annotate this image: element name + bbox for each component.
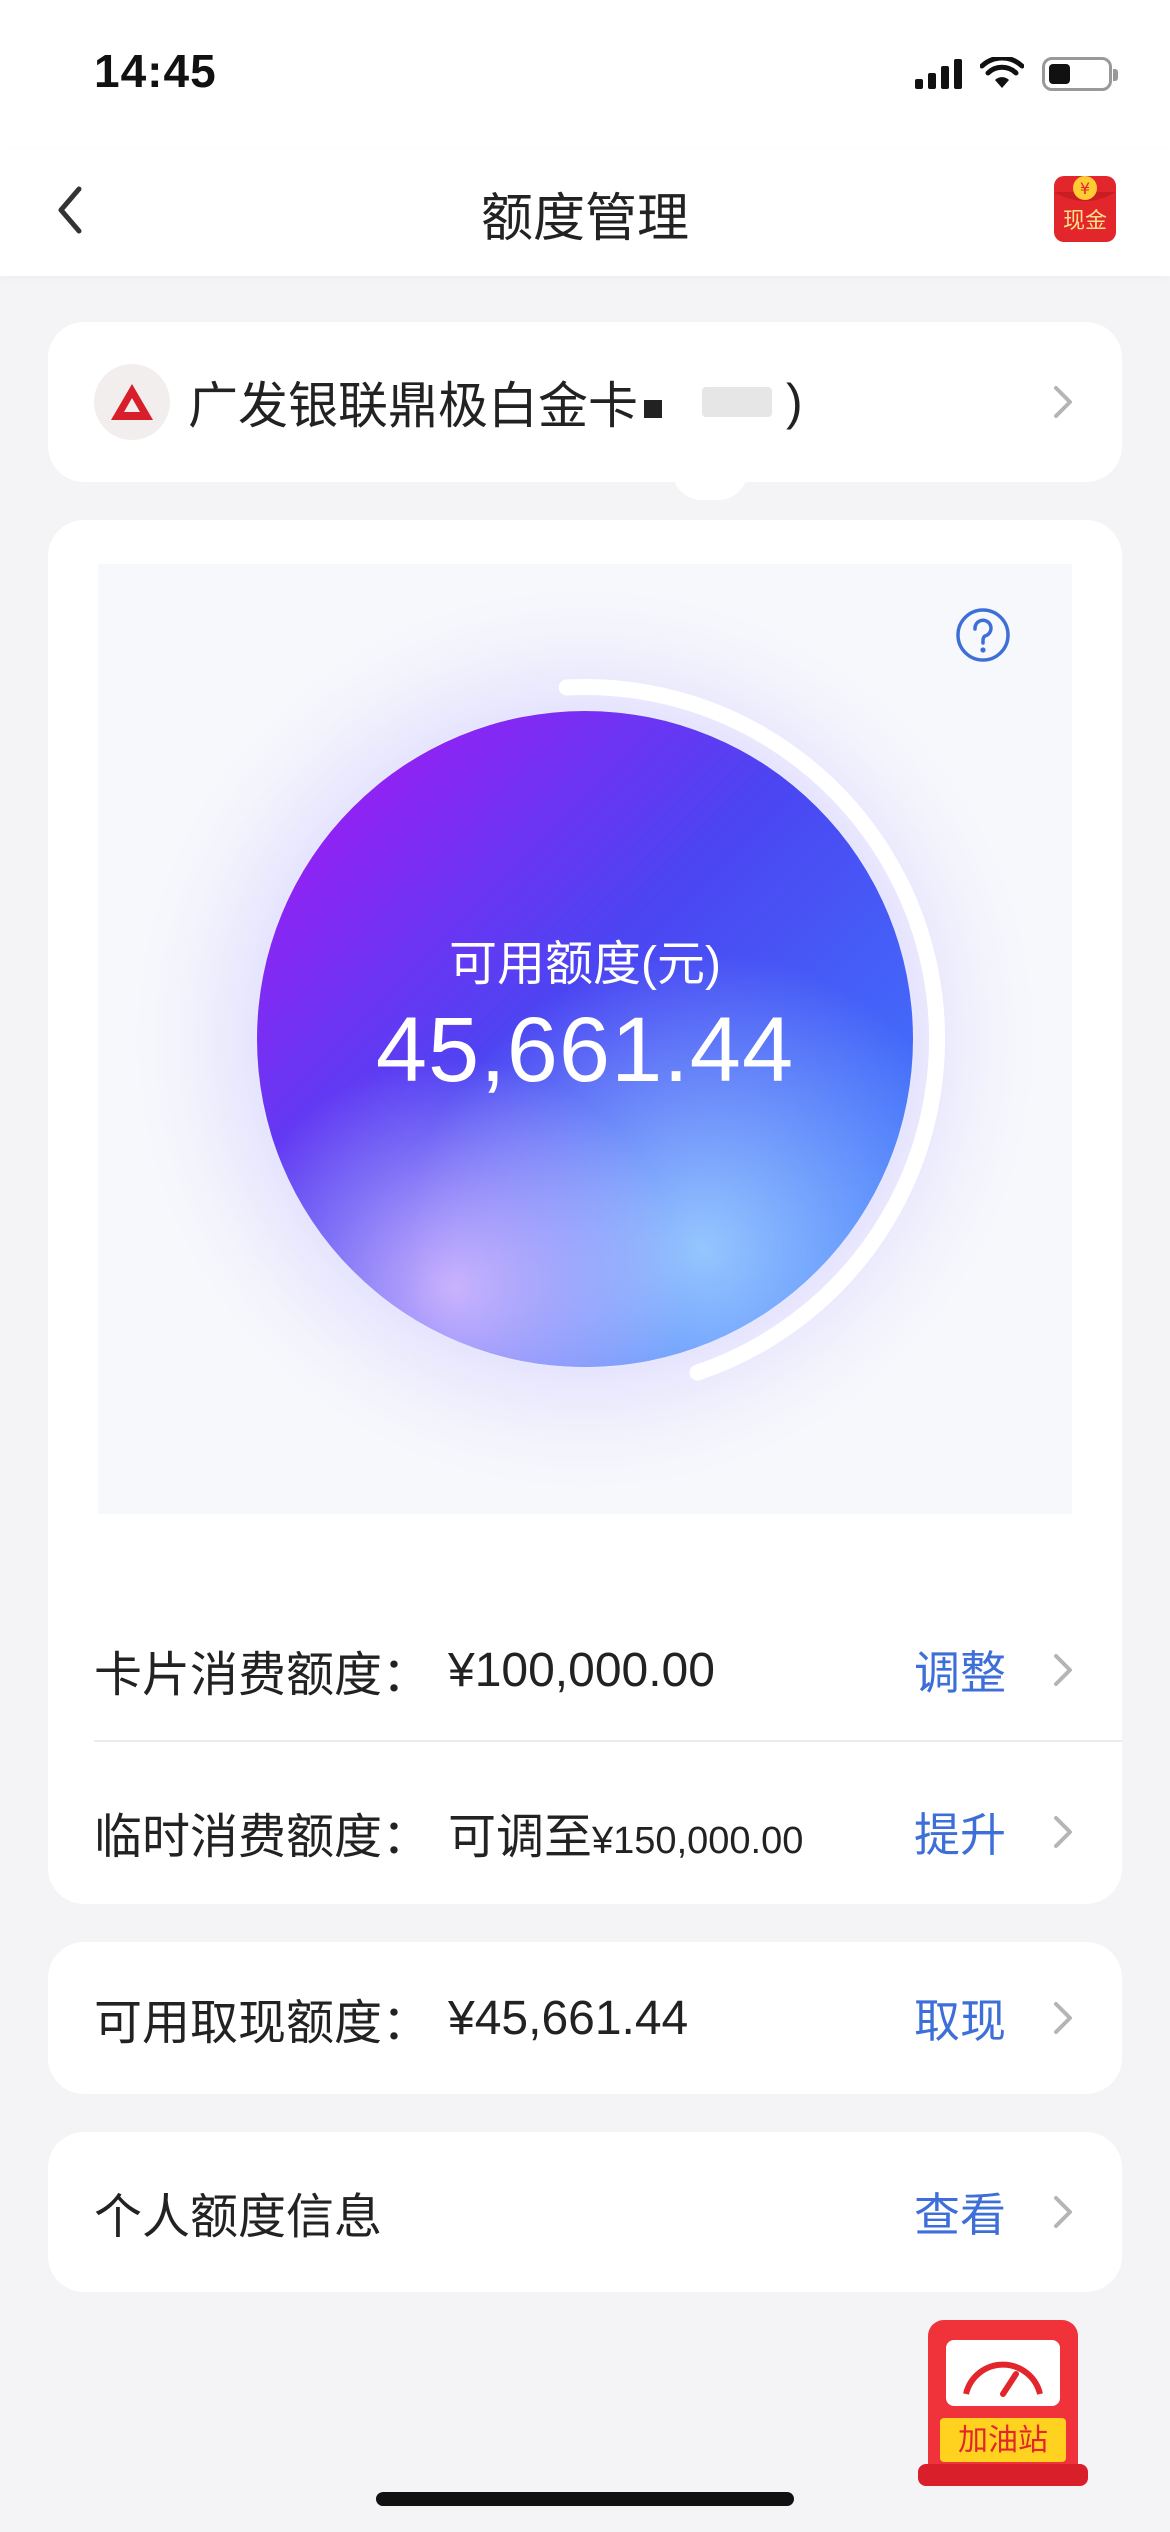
temporary-limit-label: 临时消费额度：	[94, 1811, 431, 1864]
card-name-suffix: )	[786, 374, 803, 430]
fuel-station-button[interactable]: 加油站	[916, 2318, 1090, 2488]
card-name: 广发银联鼎极白金卡 )	[188, 366, 803, 438]
withdraw-cash-button[interactable]: 取现	[914, 1985, 1006, 2051]
status-bar: 14:45	[0, 0, 1170, 150]
card-connector-notch	[672, 470, 748, 500]
masked-card-number-blur	[702, 387, 772, 417]
cgb-logo-icon	[111, 384, 153, 420]
nav-bar: 额度管理 ¥ 现金	[0, 150, 1170, 276]
credit-gauge: 可用额度(元) 45,661.44	[98, 564, 1072, 1514]
card-name-text: 广发银联鼎极白金卡	[188, 378, 638, 434]
page-title: 额度管理	[480, 190, 689, 248]
battery-icon	[1042, 57, 1118, 91]
temporary-limit-amount: ¥150,000.00	[592, 1820, 804, 1862]
view-personal-limit-button[interactable]: 查看	[914, 2179, 1006, 2245]
home-indicator	[376, 2492, 794, 2506]
personal-limit-row[interactable]: 个人额度信息 查看	[94, 2132, 1122, 2292]
chevron-right-icon	[1054, 2002, 1072, 2034]
cellular-signal-icon	[915, 59, 962, 89]
consumption-limit-label: 卡片消费额度：	[94, 1649, 431, 1702]
status-time: 14:45	[94, 45, 217, 97]
adjust-limit-button[interactable]: 调整	[914, 1637, 1006, 1703]
cash-limit-row[interactable]: 可用取现额度： ¥45,661.44 取现	[94, 1938, 1122, 2098]
consumption-limit-value: ¥100,000.00	[448, 1643, 715, 1697]
red-packet-symbol: ¥	[1080, 179, 1090, 198]
consumption-limit-row[interactable]: 卡片消费额度： ¥100,000.00 调整	[94, 1590, 1122, 1750]
temporary-limit-row[interactable]: 临时消费额度： 可调至¥150,000.00 提升	[94, 1752, 1122, 1912]
credit-limit-card: 可用额度(元) 45,661.44 卡片消费额度： ¥100,000.00 调整…	[48, 520, 1122, 1904]
available-limit-label: 可用额度(元)	[449, 938, 721, 991]
status-icons	[915, 52, 1118, 96]
red-packet-icon: ¥ 现金	[1054, 176, 1116, 242]
divider	[94, 1740, 1122, 1742]
masked-card-number	[644, 400, 662, 418]
available-limit-value: 45,661.44	[375, 999, 795, 1101]
personal-limit-label: 个人额度信息	[94, 2191, 383, 2244]
temporary-limit-value: 可调至¥150,000.00	[448, 1797, 803, 1867]
chevron-right-icon	[1054, 2196, 1072, 2228]
card-selector[interactable]: 广发银联鼎极白金卡 )	[48, 322, 1122, 482]
temporary-limit-prefix: 可调至	[448, 1811, 593, 1864]
personal-limit-card[interactable]: 个人额度信息 查看	[48, 2132, 1122, 2292]
wifi-icon	[980, 57, 1024, 88]
raise-limit-button[interactable]: 提升	[914, 1799, 1006, 1865]
chevron-right-icon	[1054, 1654, 1072, 1686]
bank-logo	[94, 364, 170, 440]
cash-limit-label: 可用取现额度：	[94, 1997, 431, 2050]
cash-red-packet-button[interactable]: ¥ 现金	[1050, 170, 1120, 246]
chevron-right-icon	[1054, 1816, 1072, 1848]
chevron-right-icon	[1054, 386, 1072, 418]
cash-limit-value: ¥45,661.44	[448, 1991, 689, 2045]
help-icon[interactable]	[954, 606, 1012, 664]
cash-limit-card[interactable]: 可用取现额度： ¥45,661.44 取现	[48, 1942, 1122, 2094]
cash-badge-label: 现金	[1063, 209, 1107, 234]
fuel-station-label: 加油站	[958, 2423, 1048, 2458]
